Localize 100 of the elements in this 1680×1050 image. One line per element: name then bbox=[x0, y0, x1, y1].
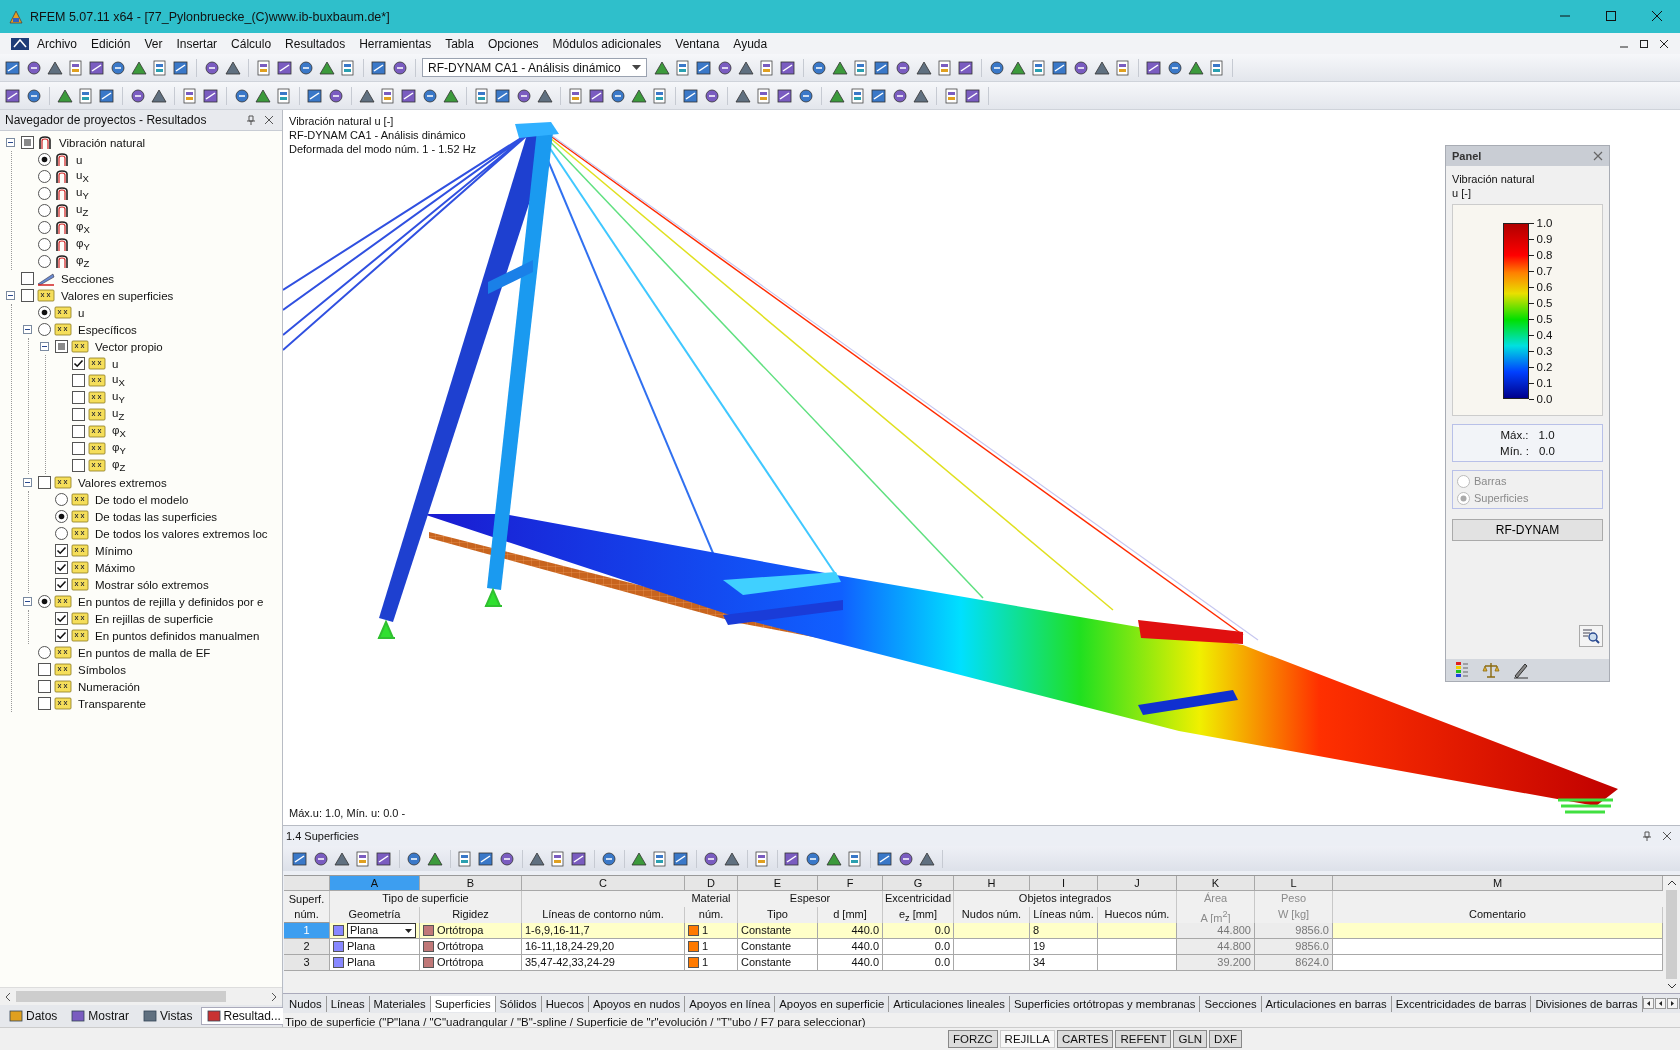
pencil-icon[interactable] bbox=[1512, 661, 1530, 679]
tree-item-label[interactable]: Transparente bbox=[78, 697, 146, 710]
close-icon[interactable] bbox=[264, 115, 274, 125]
checkbox[interactable] bbox=[55, 340, 68, 353]
toolbar-icon[interactable] bbox=[897, 849, 915, 868]
rf-dynam-button[interactable]: RF-DYNAM bbox=[1452, 519, 1603, 541]
toolbar-icon[interactable] bbox=[498, 849, 516, 868]
toolbar-icon[interactable] bbox=[943, 86, 961, 105]
tree-item-label[interactable]: φ$_{X}$ bbox=[76, 219, 90, 236]
tree-item-label[interactable]: φ$_{Z}$ bbox=[76, 253, 90, 270]
restore-icon[interactable] bbox=[1638, 37, 1650, 50]
load-case-dropdown[interactable]: RF-DYNAM CA1 - Análisis dinámico bbox=[422, 58, 647, 77]
scroll-right-icon[interactable] bbox=[270, 992, 278, 1001]
radio-button[interactable] bbox=[55, 527, 68, 540]
column-letter[interactable]: L bbox=[1255, 876, 1333, 891]
menu-item[interactable]: Opciones bbox=[480, 36, 546, 51]
tree-item-label[interactable]: u bbox=[76, 153, 83, 166]
color-scale-icon[interactable] bbox=[1454, 661, 1470, 679]
balance-scale-icon[interactable] bbox=[1482, 661, 1500, 679]
tree-item-label[interactable]: φ$_{Z}$ bbox=[112, 457, 126, 474]
column-letter[interactable]: K bbox=[1177, 876, 1255, 891]
toolbar-icon[interactable] bbox=[609, 86, 627, 105]
column-letter[interactable]: I bbox=[1030, 876, 1098, 891]
toolbar-icon[interactable] bbox=[1145, 58, 1163, 77]
toolbar-icon[interactable] bbox=[876, 849, 894, 868]
tree-item-label[interactable]: u$_{Y}$ bbox=[76, 185, 89, 202]
radio-button[interactable] bbox=[38, 221, 51, 234]
toolbar-icon[interactable] bbox=[477, 849, 495, 868]
toolbar-icon[interactable] bbox=[674, 58, 692, 77]
toolbar-icon[interactable] bbox=[702, 849, 720, 868]
menu-item[interactable]: Herramientas bbox=[352, 36, 439, 51]
toolbar-icon[interactable] bbox=[1208, 58, 1226, 77]
toolbar-icon[interactable] bbox=[1051, 58, 1069, 77]
sheet-tab[interactable]: Divisiones de barras bbox=[1531, 995, 1643, 1012]
toolbar-icon[interactable] bbox=[695, 58, 713, 77]
tree-item-label[interactable]: u$_{Z}$ bbox=[112, 406, 125, 423]
document-icon[interactable] bbox=[10, 36, 30, 51]
tree-item-label[interactable]: Valores en superficies bbox=[61, 289, 174, 302]
toolbar-icon[interactable] bbox=[1030, 58, 1048, 77]
toolbar-icon[interactable] bbox=[672, 849, 690, 868]
column-letter[interactable]: B bbox=[420, 876, 522, 891]
toolbar-icon[interactable] bbox=[776, 86, 794, 105]
sheet-tab[interactable]: Líneas bbox=[326, 995, 370, 1012]
toolbar-icon[interactable] bbox=[202, 86, 220, 105]
status-toggle-button[interactable]: FORZC bbox=[948, 1030, 998, 1048]
menu-item[interactable]: Edición bbox=[84, 36, 138, 51]
menu-item[interactable]: Resultados bbox=[278, 36, 353, 51]
column-letter[interactable]: C bbox=[522, 876, 685, 891]
radio-button[interactable] bbox=[55, 510, 68, 523]
status-toggle-button[interactable]: REJILLA bbox=[999, 1030, 1055, 1048]
tree-item-label[interactable]: En puntos de rejilla y definidos por e bbox=[78, 595, 264, 608]
pin-icon[interactable] bbox=[1642, 831, 1652, 841]
menu-item[interactable]: Ventana bbox=[668, 36, 727, 51]
checkbox[interactable] bbox=[72, 425, 85, 438]
toolbar-icon[interactable] bbox=[873, 58, 891, 77]
checkbox[interactable] bbox=[38, 663, 51, 676]
navigator-tab[interactable]: Vistas bbox=[137, 1007, 199, 1025]
toolbar-icon[interactable] bbox=[783, 849, 801, 868]
status-toggle-button[interactable]: DXF bbox=[1209, 1030, 1243, 1048]
scrollbar-thumb[interactable] bbox=[1666, 890, 1677, 979]
toolbar-icon[interactable] bbox=[600, 849, 618, 868]
toolbar-icon[interactable] bbox=[758, 58, 776, 77]
checkbox[interactable] bbox=[55, 561, 68, 574]
column-letter[interactable]: G bbox=[883, 876, 954, 891]
toolbar-icon[interactable] bbox=[779, 58, 797, 77]
toolbar-icon[interactable] bbox=[25, 58, 43, 77]
toolbar-icon[interactable] bbox=[846, 849, 864, 868]
tree-item-label[interactable]: Vector propio bbox=[95, 340, 163, 353]
toolbar-icon[interactable] bbox=[549, 849, 567, 868]
column-letter[interactable]: A bbox=[330, 876, 420, 891]
tree-item-label[interactable]: u bbox=[78, 306, 85, 319]
sheet-tab[interactable]: Apoyos en línea bbox=[685, 995, 776, 1012]
radio-button[interactable] bbox=[38, 646, 51, 659]
close-icon[interactable] bbox=[1662, 831, 1672, 841]
radio-button[interactable] bbox=[38, 170, 51, 183]
tree-item-label[interactable]: φ$_{Y}$ bbox=[76, 236, 90, 253]
toolbar-icon[interactable] bbox=[354, 849, 372, 868]
menu-item[interactable]: Tabla bbox=[438, 36, 481, 51]
toolbar-icon[interactable] bbox=[797, 86, 815, 105]
menu-item[interactable]: Archivo bbox=[30, 36, 84, 51]
tree-item-label[interactable]: De todos los valores extremos loc bbox=[95, 527, 268, 540]
toolbar-icon[interactable] bbox=[936, 58, 954, 77]
radio-button[interactable] bbox=[38, 204, 51, 217]
radio-button[interactable] bbox=[38, 323, 51, 336]
scrollbar-thumb[interactable] bbox=[16, 991, 226, 1002]
toolbar-icon[interactable] bbox=[682, 86, 700, 105]
menu-item[interactable]: Insertar bbox=[169, 36, 225, 51]
toolbar-icon[interactable] bbox=[339, 58, 357, 77]
checkbox[interactable] bbox=[72, 408, 85, 421]
scroll-down-icon[interactable] bbox=[1666, 982, 1677, 990]
sheet-tab[interactable]: Superficies ortótropas y membranas bbox=[1009, 995, 1201, 1012]
column-letter[interactable]: E bbox=[738, 876, 818, 891]
tree-item-label[interactable]: De todas las superficies bbox=[95, 510, 218, 523]
table-corner-cell[interactable] bbox=[284, 876, 330, 891]
toolbar-icon[interactable] bbox=[567, 86, 585, 105]
checkbox[interactable] bbox=[72, 442, 85, 455]
checkbox[interactable] bbox=[55, 629, 68, 642]
toolbar-icon[interactable] bbox=[716, 58, 734, 77]
close-icon[interactable] bbox=[1658, 37, 1670, 50]
checkbox[interactable] bbox=[55, 544, 68, 557]
